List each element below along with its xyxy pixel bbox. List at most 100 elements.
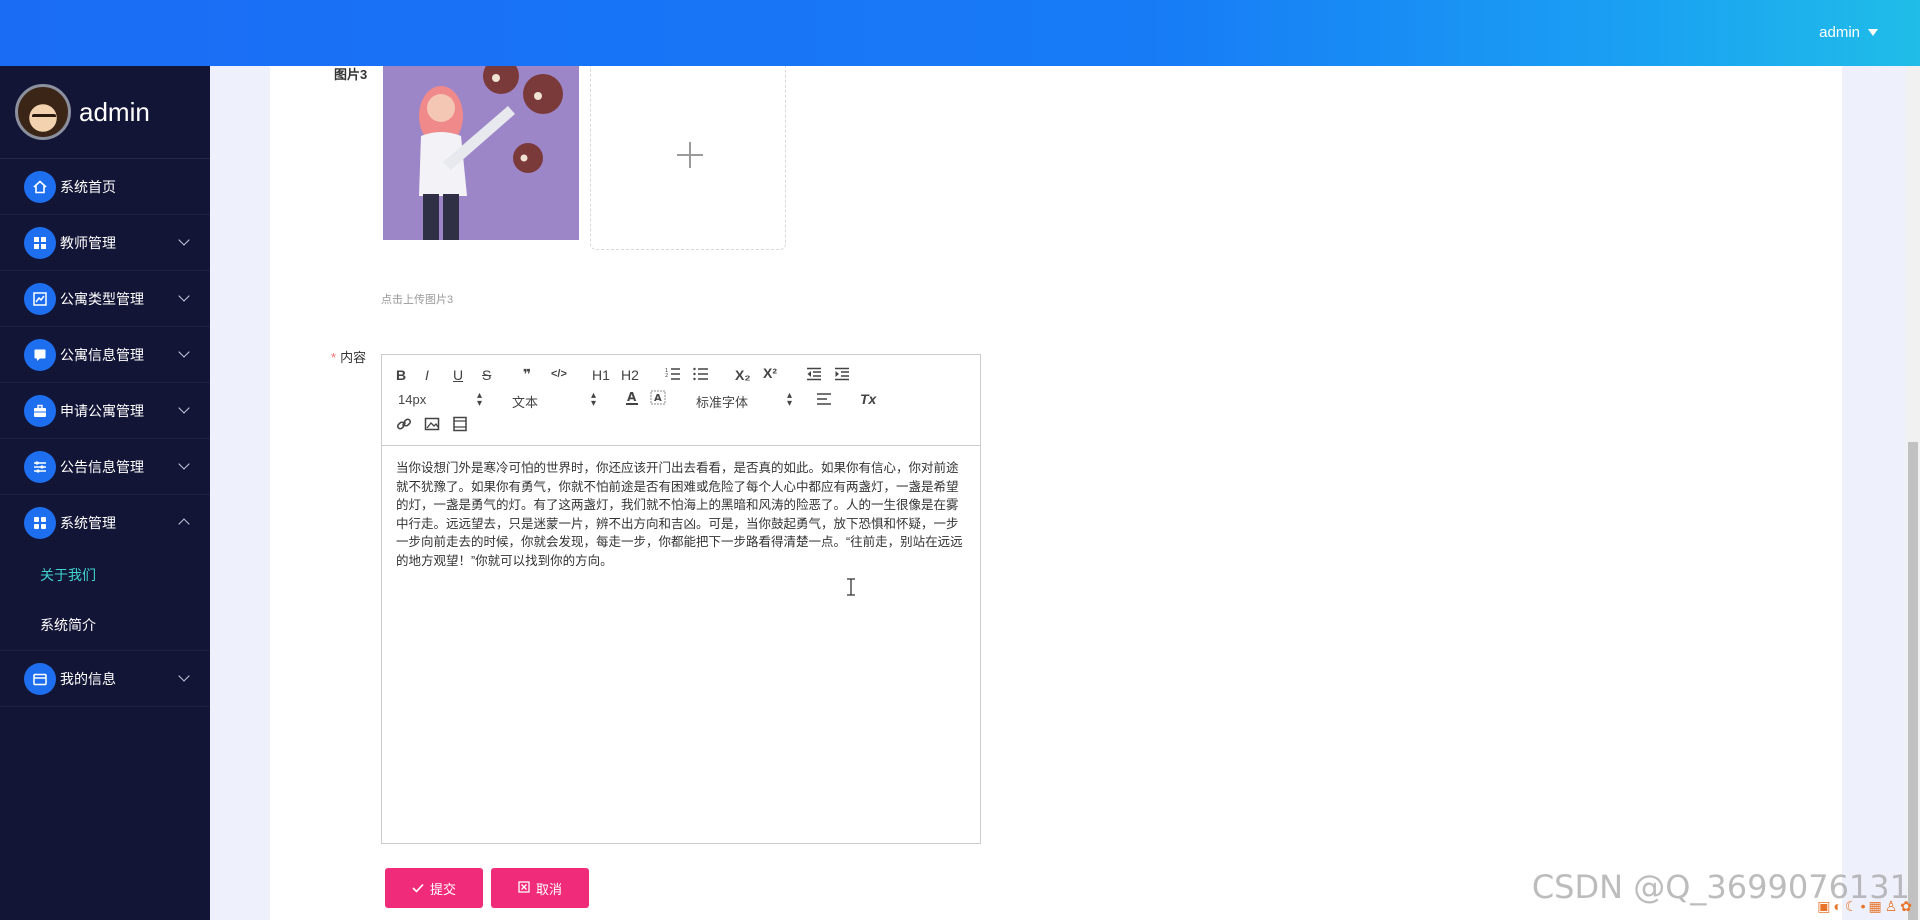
content-label: * 内容 (331, 350, 367, 365)
sidebar-item-system[interactable]: 系统管理 (0, 495, 210, 550)
settings-icon: ✿ (1900, 898, 1912, 914)
image-upload-box[interactable] (590, 66, 786, 250)
required-mark: * (331, 350, 337, 365)
chevron-down-icon (178, 290, 190, 302)
chat-icon (24, 338, 56, 371)
submenu-item-about-us[interactable]: 关于我们 (0, 550, 210, 600)
chevron-down-icon (178, 458, 190, 470)
system-submenu: 关于我们 系统简介 (0, 550, 210, 650)
sidebar-item-apartment-type[interactable]: 公寓类型管理 (0, 271, 210, 327)
profile-name: admin (79, 96, 150, 127)
sidebar-item-label: 系统管理 (60, 514, 116, 531)
chevron-down-icon (178, 346, 190, 358)
sidebar-item-label: 公寓信息管理 (60, 346, 144, 363)
outdent-icon[interactable] (806, 367, 822, 384)
chart-icon (24, 282, 56, 315)
font-size-value: 14px (398, 392, 427, 407)
editor-content[interactable]: 当你设想门外是寒冷可怕的世界时，你还应该开门出去看看，是否真的如此。如果你有信心… (396, 459, 968, 570)
upload-hint: 点击上传图片3 (381, 294, 454, 306)
h2-button[interactable]: H2 (621, 367, 639, 383)
cancel-label: 取消 (535, 881, 562, 897)
sidebar-item-label: 教师管理 (60, 234, 116, 251)
heading-value: 文本 (512, 395, 539, 410)
wallet-icon (24, 662, 56, 695)
bold-button[interactable]: B (396, 367, 406, 383)
editor-toolbar: B I U S ❞ </> H1 H2 12 X₂ X² 14px ▴ ▾ 文本 … (382, 355, 980, 446)
indent-icon[interactable] (834, 367, 850, 384)
sidebar-item-label: 申请公寓管理 (60, 402, 144, 419)
svg-text:2: 2 (665, 373, 668, 379)
rich-text-editor: B I U S ❞ </> H1 H2 12 X₂ X² 14px ▴ ▾ 文本 … (381, 354, 981, 844)
sidebar-item-home[interactable]: 系统首页 (0, 159, 210, 215)
select-arrows-icon: ▴ ▾ (786, 390, 792, 409)
caret-down-icon (1868, 29, 1878, 36)
chevron-up-icon (178, 518, 190, 530)
clear-format-button[interactable]: Tx (860, 391, 876, 407)
sidebar-item-label: 公寓类型管理 (60, 290, 144, 307)
sliders-icon (24, 450, 56, 483)
ime-logo-icon: ▣ (1817, 898, 1831, 914)
select-arrows-icon: ▴ ▾ (476, 390, 482, 409)
font-color-icon[interactable]: A (624, 389, 640, 410)
ime-toolbar[interactable]: ▣ ◐ ☾ • ▦ ♙ ✿ (1817, 898, 1912, 918)
scrollbar-thumb[interactable] (1908, 442, 1918, 920)
bullet-list-icon[interactable] (693, 367, 709, 384)
blockquote-button[interactable]: ❞ (523, 366, 531, 383)
sidebar-item-apartment-info[interactable]: 公寓信息管理 (0, 327, 210, 383)
font-family-value: 标准字体 (696, 395, 749, 410)
user-menu[interactable]: admin (1819, 24, 1878, 41)
background-color-icon[interactable]: A (650, 389, 666, 410)
submit-button[interactable]: 提交 (385, 868, 483, 908)
chevron-down-icon (178, 402, 190, 414)
sidebar-item-teacher[interactable]: 教师管理 (0, 215, 210, 271)
close-box-icon (518, 880, 530, 896)
strike-button[interactable]: S (482, 367, 491, 383)
sidebar-item-label: 系统首页 (60, 178, 116, 195)
heading-select[interactable]: 文本 ▴ ▾ (512, 390, 596, 411)
uploaded-image-thumbnail[interactable] (383, 66, 579, 240)
sidebar-item-apply-apartment[interactable]: 申请公寓管理 (0, 383, 210, 439)
font-family-select[interactable]: 标准字体 ▴ ▾ (696, 390, 792, 411)
briefcase-icon (24, 394, 56, 427)
home-icon (24, 170, 56, 203)
h1-button[interactable]: H1 (592, 367, 610, 383)
text-cursor-icon (846, 578, 855, 596)
sidebar-profile: admin (0, 66, 210, 159)
top-header: admin (0, 0, 1920, 66)
grid-icon (24, 226, 56, 259)
select-arrows-icon: ▴ ▾ (590, 390, 596, 409)
svg-text:A: A (654, 393, 662, 404)
font-size-select[interactable]: 14px ▴ ▾ (398, 390, 482, 409)
code-button[interactable]: </> (551, 368, 567, 380)
superscript-button[interactable]: X² (763, 365, 777, 381)
user-icon: ♙ (1884, 898, 1898, 914)
image-icon[interactable] (424, 416, 440, 435)
italic-button[interactable]: I (425, 367, 429, 383)
chevron-down-icon (178, 670, 190, 682)
punctuation-icon: • (1860, 898, 1866, 914)
keyboard-icon: ▦ (1868, 898, 1882, 914)
user-name: admin (1819, 24, 1860, 41)
avatar (15, 84, 71, 140)
sidebar-item-label: 我的信息 (60, 670, 116, 687)
ordered-list-icon[interactable]: 12 (665, 367, 681, 384)
subscript-button[interactable]: X₂ (735, 367, 751, 383)
ime-mode-icon: ◐ (1833, 898, 1842, 914)
image3-label: 图片3 (334, 67, 368, 82)
align-icon[interactable] (816, 392, 832, 409)
cancel-button[interactable]: 取消 (491, 868, 589, 908)
chevron-down-icon (178, 234, 190, 246)
check-icon (412, 881, 424, 896)
grid-icon (24, 506, 56, 539)
moon-icon: ☾ (1845, 898, 1858, 914)
video-icon[interactable] (452, 416, 468, 435)
sidebar-item-my-info[interactable]: 我的信息 (0, 650, 210, 707)
submenu-item-system-intro[interactable]: 系统简介 (0, 600, 210, 650)
submit-label: 提交 (429, 881, 456, 897)
sidebar-item-notice[interactable]: 公告信息管理 (0, 439, 210, 495)
svg-text:A: A (627, 390, 637, 404)
sidebar-item-label: 公告信息管理 (60, 458, 144, 475)
underline-button[interactable]: U (453, 367, 463, 383)
sidebar: admin 系统首页 教师管理 公寓类型管理 公寓信息管理 申请公寓管理 公告信… (0, 66, 210, 920)
link-icon[interactable] (396, 416, 412, 435)
